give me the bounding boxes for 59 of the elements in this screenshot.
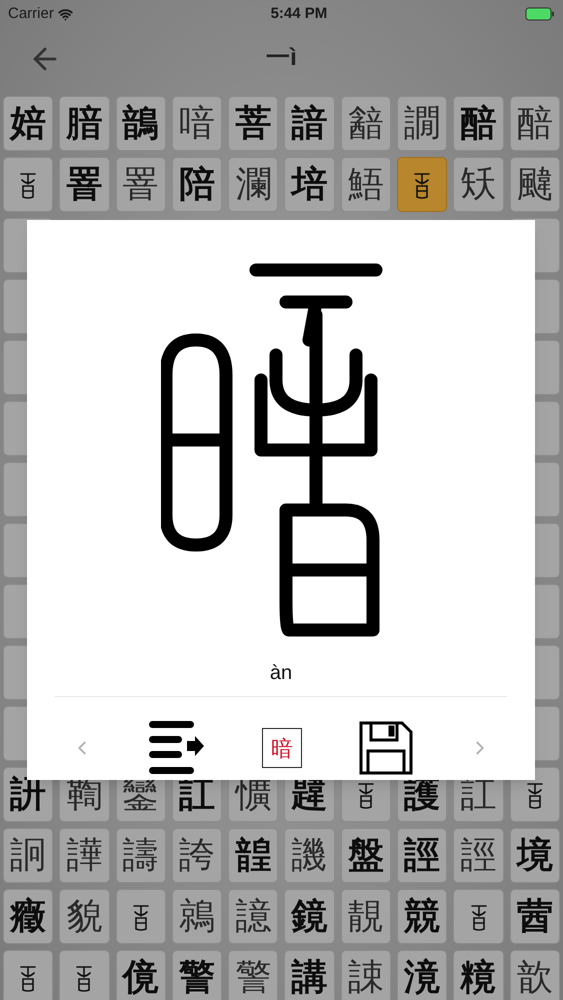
character-cell[interactable]: 喑: [172, 96, 222, 151]
character-cell[interactable]: 譋: [397, 96, 448, 151]
character-cell[interactable]: 境: [510, 828, 560, 883]
character-cell[interactable]: 盤: [340, 828, 392, 883]
character-cell[interactable]: 誙: [397, 828, 448, 883]
character-cell[interactable]: 誇: [172, 828, 222, 883]
character-cell[interactable]: 歆: [510, 950, 560, 1000]
character-cell[interactable]: 傹: [116, 950, 166, 1000]
character-cell[interactable]: 誎: [340, 950, 392, 1000]
character-cell[interactable]: 腤: [59, 96, 110, 151]
character-cell[interactable]: 誙: [453, 828, 504, 883]
character-cell[interactable]: 貌: [59, 889, 110, 944]
character-cell[interactable]: 滰: [397, 950, 448, 1000]
character-cell[interactable]: 蒏: [510, 889, 560, 944]
character-cell[interactable]: [116, 889, 166, 944]
battery-icon: [524, 7, 555, 21]
character-cell[interactable]: 警: [228, 950, 278, 1000]
pinyin-label: àn: [270, 661, 292, 686]
status-time: 5:44 PM: [270, 4, 328, 24]
glyph-button[interactable]: 暗: [262, 728, 302, 768]
character-cell[interactable]: 譸: [116, 828, 166, 883]
character-cell[interactable]: 韽: [340, 96, 392, 151]
character-cell[interactable]: 矨: [453, 157, 504, 212]
character-cell[interactable]: 婄: [3, 96, 54, 151]
carrier-label: Carrier: [8, 4, 54, 24]
character-cell[interactable]: 癥: [3, 889, 54, 944]
character-cell[interactable]: 瀾: [228, 157, 278, 212]
wifi-icon: [58, 6, 73, 22]
character-cell[interactable]: 醅: [510, 96, 560, 151]
character-cell[interactable]: 鶕: [116, 96, 166, 151]
character-cell[interactable]: 罯: [116, 157, 166, 212]
character-cell[interactable]: 鯃: [340, 157, 392, 212]
character-cell[interactable]: 罯: [59, 157, 110, 212]
character-cell[interactable]: [3, 950, 54, 1000]
character-cell[interactable]: 講: [284, 950, 335, 1000]
list-icon[interactable]: [148, 719, 206, 777]
character-cell[interactable]: 陪: [172, 157, 222, 212]
character-cell[interactable]: 詗: [3, 828, 54, 883]
character-cell[interactable]: 培: [284, 157, 335, 212]
character-cell[interactable]: 競: [397, 889, 448, 944]
character-cell[interactable]: 醅: [453, 96, 504, 151]
character-cell[interactable]: [397, 157, 448, 212]
character-cell[interactable]: 韹: [228, 828, 278, 883]
save-icon[interactable]: [358, 720, 414, 776]
character-cell[interactable]: 鶁: [172, 889, 222, 944]
character-cell[interactable]: 諳: [284, 96, 335, 151]
character-cell[interactable]: 糡: [453, 950, 504, 1000]
character-cell[interactable]: 靚: [340, 889, 392, 944]
character-cell[interactable]: 菩: [228, 96, 278, 151]
character-cell[interactable]: 譁: [59, 828, 110, 883]
page-title: 一ì: [266, 43, 297, 73]
character-cell[interactable]: 警: [172, 950, 222, 1000]
character-cell[interactable]: [3, 157, 54, 212]
character-cell[interactable]: [59, 950, 110, 1000]
character-cell[interactable]: 譏: [284, 828, 335, 883]
character-cell[interactable]: 譩: [228, 889, 278, 944]
character-cell[interactable]: 颹: [510, 157, 560, 212]
character-cell[interactable]: [453, 889, 504, 944]
character-cell[interactable]: 鏡: [284, 889, 335, 944]
